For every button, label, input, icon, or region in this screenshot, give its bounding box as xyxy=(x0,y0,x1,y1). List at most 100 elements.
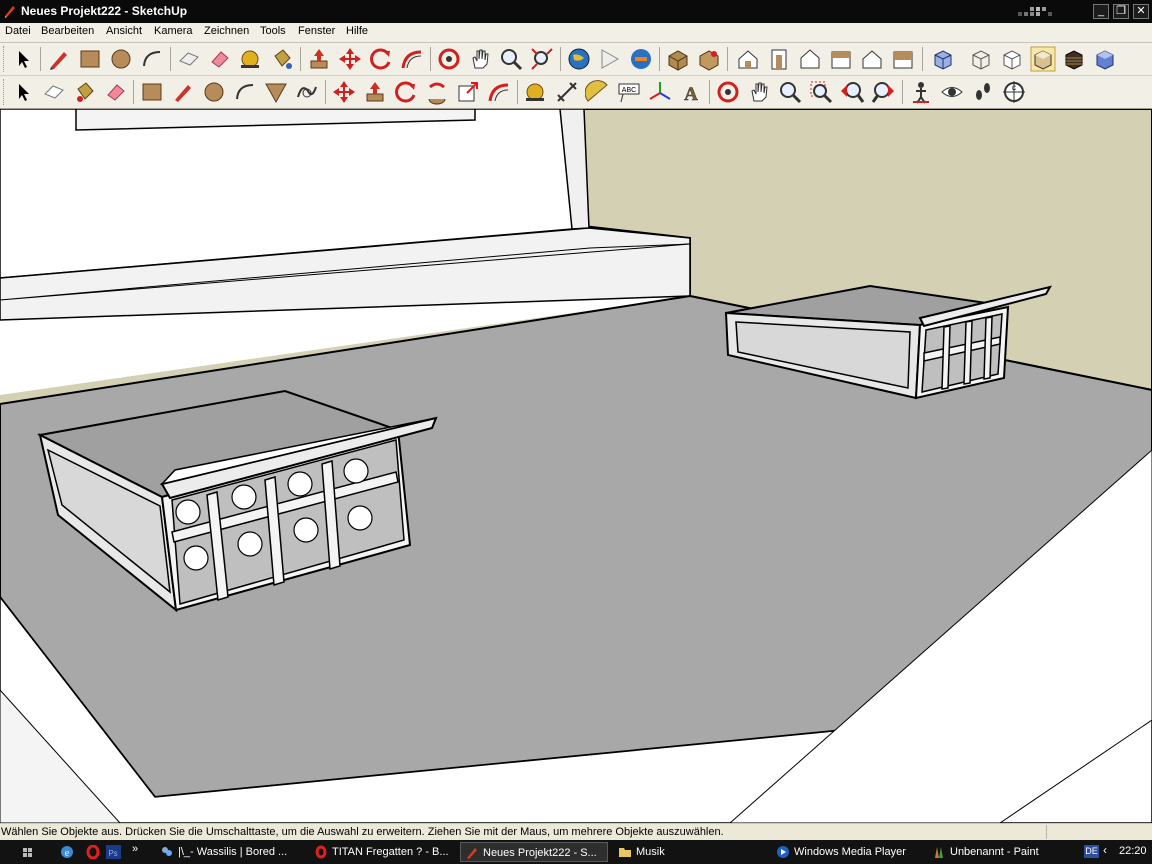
sketchup-icon xyxy=(5,6,15,18)
menu-kamera[interactable]: Kamera xyxy=(154,25,193,37)
select-tool-icon[interactable] xyxy=(10,79,36,105)
move-icon[interactable] xyxy=(331,79,357,105)
paint-bucket-icon[interactable] xyxy=(269,46,295,72)
zoom-window-icon[interactable] xyxy=(808,79,834,105)
components-icon[interactable] xyxy=(665,46,691,72)
zoom-extents-icon[interactable] xyxy=(529,46,555,72)
zoom-icon[interactable] xyxy=(498,46,524,72)
menu-tools[interactable]: Tools xyxy=(260,25,286,37)
push-pull-icon[interactable] xyxy=(306,46,332,72)
paint-bucket-icon[interactable] xyxy=(72,79,98,105)
monochrome-style-icon[interactable] xyxy=(1092,46,1118,72)
menu-fenster[interactable]: Fenster xyxy=(298,25,335,37)
make-component-icon[interactable] xyxy=(41,79,67,105)
internet-explorer-icon[interactable]: e xyxy=(60,845,75,859)
task-media-player[interactable]: Windows Media Player xyxy=(772,842,922,862)
follow-me-icon[interactable] xyxy=(424,79,450,105)
front-view-icon[interactable] xyxy=(766,46,792,72)
task-paint[interactable]: Unbenannt - Paint xyxy=(928,842,1078,862)
section-plane-icon[interactable]: C xyxy=(1001,79,1027,105)
drawing-viewport[interactable] xyxy=(0,109,1152,823)
eraser-icon[interactable] xyxy=(207,46,233,72)
restore-button[interactable]: ❐ xyxy=(1113,4,1129,19)
walk-icon[interactable] xyxy=(970,79,996,105)
3d-text-icon[interactable]: A xyxy=(678,79,704,105)
make-component-icon[interactable] xyxy=(176,46,202,72)
rectangle-tool-icon[interactable] xyxy=(139,79,165,105)
rotate-icon[interactable] xyxy=(393,79,419,105)
toolbar-grip[interactable] xyxy=(3,46,7,72)
back-view-icon[interactable] xyxy=(859,46,885,72)
position-camera-icon[interactable] xyxy=(908,79,934,105)
circle-tool-icon[interactable] xyxy=(201,79,227,105)
scale-icon[interactable] xyxy=(455,79,481,105)
text-icon[interactable]: ABC xyxy=(616,79,642,105)
axes-icon[interactable] xyxy=(647,79,673,105)
minimize-button[interactable]: _ xyxy=(1093,4,1109,19)
menu-zeichnen[interactable]: Zeichnen xyxy=(204,25,249,37)
xray-style-icon[interactable] xyxy=(930,46,956,72)
orbit-icon[interactable] xyxy=(436,46,462,72)
look-around-icon[interactable] xyxy=(939,79,965,105)
right-view-icon[interactable] xyxy=(828,46,854,72)
protractor-icon[interactable] xyxy=(585,79,611,105)
follow-me-icon[interactable] xyxy=(399,46,425,72)
model-scene[interactable] xyxy=(0,109,1152,823)
arc-tool-icon[interactable] xyxy=(139,46,165,72)
get-models-icon[interactable] xyxy=(628,46,654,72)
left-view-icon[interactable] xyxy=(890,46,916,72)
menu-ansicht[interactable]: Ansicht xyxy=(106,25,142,37)
rectangle-tool-icon[interactable] xyxy=(77,46,103,72)
rotate-icon[interactable] xyxy=(368,46,394,72)
select-tool-icon[interactable] xyxy=(10,46,36,72)
task-sketchup[interactable]: Neues Projekt222 - S... xyxy=(460,842,608,862)
eraser-icon[interactable] xyxy=(103,79,129,105)
tray-expand-icon[interactable]: ‹ xyxy=(1103,843,1107,857)
google-earth-icon[interactable] xyxy=(566,46,592,72)
menu-hilfe[interactable]: Hilfe xyxy=(346,25,368,37)
pan-icon[interactable] xyxy=(746,79,772,105)
language-indicator[interactable]: DE xyxy=(1084,845,1099,858)
shaded-style-icon[interactable] xyxy=(1030,46,1056,72)
iso-view-icon[interactable] xyxy=(735,46,761,72)
menu-bearbeiten[interactable]: Bearbeiten xyxy=(41,25,94,37)
task-musik[interactable]: Musik xyxy=(614,842,764,862)
zoom-icon[interactable] xyxy=(777,79,803,105)
svg-text:Ps: Ps xyxy=(108,849,117,858)
wireframe-style-icon[interactable] xyxy=(968,46,994,72)
top-view-icon[interactable] xyxy=(797,46,823,72)
hidden-line-style-icon[interactable] xyxy=(999,46,1025,72)
menu-datei[interactable]: Datei xyxy=(5,25,31,37)
close-button[interactable]: ✕ xyxy=(1133,4,1149,19)
offset-icon[interactable] xyxy=(486,79,512,105)
circle-tool-icon[interactable] xyxy=(108,46,134,72)
quicklaunch-more[interactable]: » xyxy=(132,843,147,857)
pencil-tool-icon[interactable] xyxy=(170,79,196,105)
toolbar-grip[interactable] xyxy=(3,79,7,105)
share-model-icon[interactable] xyxy=(597,46,623,72)
zoom-previous-icon[interactable] xyxy=(839,79,865,105)
measurements-box[interactable] xyxy=(1046,825,1151,839)
zoom-next-icon[interactable] xyxy=(870,79,896,105)
svg-text:e: e xyxy=(65,848,70,859)
task-chat[interactable]: |\_- Wassilis | Bored ... xyxy=(156,842,306,862)
pan-icon[interactable] xyxy=(467,46,493,72)
pencil-tool-icon[interactable] xyxy=(46,46,72,72)
orbit-icon[interactable] xyxy=(715,79,741,105)
materials-icon[interactable] xyxy=(696,46,722,72)
photoshop-icon[interactable]: Ps xyxy=(106,845,121,859)
arc-tool-icon[interactable] xyxy=(232,79,258,105)
title-decoration xyxy=(1018,7,1052,16)
task-opera[interactable]: TITAN Fregatten ? - B... xyxy=(310,842,458,862)
textured-style-icon[interactable] xyxy=(1061,46,1087,72)
freehand-tool-icon[interactable] xyxy=(294,79,320,105)
push-pull-icon[interactable] xyxy=(362,79,388,105)
move-icon[interactable] xyxy=(337,46,363,72)
clock[interactable]: 22:20 xyxy=(1119,845,1147,857)
start-grid-icon[interactable] xyxy=(20,845,35,859)
opera-icon[interactable] xyxy=(86,845,101,859)
dimension-icon[interactable] xyxy=(554,79,580,105)
tape-measure-icon[interactable] xyxy=(523,79,549,105)
tape-measure-icon[interactable] xyxy=(238,46,264,72)
polygon-tool-icon[interactable] xyxy=(263,79,289,105)
